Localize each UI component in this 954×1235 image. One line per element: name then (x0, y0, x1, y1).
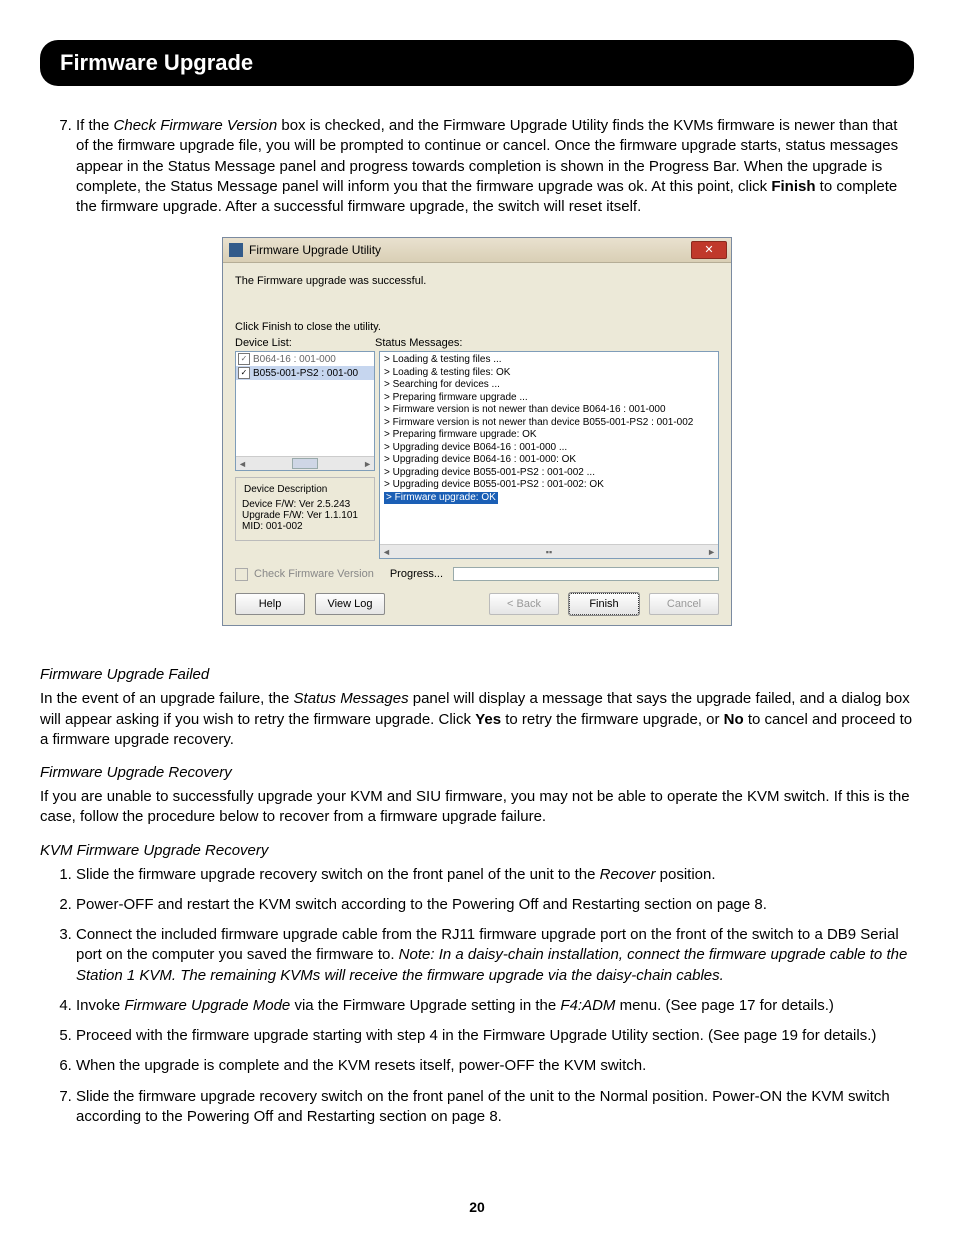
close-icon: ✕ (704, 245, 713, 256)
status-line: > Upgrading device B055-001-PS2 : 001-00… (384, 479, 714, 492)
kvm-step-7: Slide the firmware upgrade recovery swit… (76, 1087, 914, 1128)
device-item-label: B064-16 : 001-000 (253, 354, 336, 365)
status-lines: > Loading & testing files ... > Loading … (380, 352, 718, 506)
kvm-s1a: Slide the firmware upgrade recovery swit… (76, 866, 600, 883)
firmware-dialog: Firmware Upgrade Utility ✕ The Firmware … (222, 237, 732, 626)
help-button[interactable]: Help (235, 593, 305, 615)
progress-label: Progress... (390, 568, 443, 580)
failed-yes: Yes (475, 711, 501, 728)
kvm-s1b: position. (655, 866, 715, 883)
page-number: 20 (0, 1199, 954, 1215)
back-button: < Back (489, 593, 559, 615)
view-log-button[interactable]: View Log (315, 593, 385, 615)
step7-em-a: Check Firmware Version (114, 117, 278, 134)
kvm-s4c: menu. (See page 17 for details.) (615, 997, 833, 1014)
checkbox-icon[interactable]: ✓ (238, 367, 250, 379)
checkbox-icon[interactable]: ✓ (238, 353, 250, 365)
status-line: > Preparing firmware upgrade ... (384, 392, 714, 405)
dialog-titlebar: Firmware Upgrade Utility ✕ (223, 238, 731, 263)
device-item-label: B055-001-PS2 : 001-00 (253, 368, 358, 379)
instruction-line: Click Finish to close the utility. (235, 321, 719, 333)
kvm-step-2: Power-OFF and restart the KVM switch acc… (76, 895, 914, 915)
scroll-left-icon[interactable]: ◄ (238, 459, 247, 469)
failed-text-a: In the event of an upgrade failure, the (40, 690, 294, 707)
failed-heading: Firmware Upgrade Failed (40, 666, 914, 683)
scroll-left-icon[interactable]: ◄ (382, 547, 391, 557)
device-description-box: Device Description Device F/W: Ver 2.5.2… (235, 477, 375, 541)
progress-bar (453, 567, 719, 581)
status-line: > Upgrading device B064-16 : 001-000: OK (384, 454, 714, 467)
scroll-right-icon[interactable]: ► (363, 459, 372, 469)
step7-bold-a: Finish (771, 178, 815, 195)
status-messages-label: Status Messages: (375, 337, 719, 349)
status-line: > Upgrading device B055-001-PS2 : 001-00… (384, 467, 714, 480)
status-messages-box[interactable]: > Loading & testing files ... > Loading … (379, 351, 719, 559)
kvm-s4em2: F4:ADM (560, 997, 615, 1014)
failed-no: No (724, 711, 744, 728)
success-message: The Firmware upgrade was successful. (235, 275, 719, 287)
kvm-s4a: Invoke (76, 997, 124, 1014)
app-icon (229, 243, 243, 257)
device-item-0[interactable]: ✓ B064-16 : 001-000 (236, 352, 374, 366)
dialog-title: Firmware Upgrade Utility (249, 243, 381, 257)
scroll-thumb-marker: ▪▪ (546, 547, 552, 557)
kvm-steps: Slide the firmware upgrade recovery swit… (40, 865, 914, 1128)
status-line: > Firmware version is not newer than dev… (384, 417, 714, 430)
dialog-body: The Firmware upgrade was successful. Cli… (223, 263, 731, 625)
failed-paragraph: In the event of an upgrade failure, the … (40, 689, 914, 750)
recovery-paragraph: If you are unable to successfully upgrad… (40, 787, 914, 828)
kvm-s1em: Recover (600, 866, 656, 883)
step7-text-a: If the (76, 117, 114, 134)
scroll-right-icon[interactable]: ► (707, 547, 716, 557)
finish-button[interactable]: Finish (569, 593, 639, 615)
desc-line-3: MID: 001-002 (242, 521, 368, 532)
kvm-step-1: Slide the firmware upgrade recovery swit… (76, 865, 914, 885)
device-list-scrollbar[interactable]: ◄ ► (236, 456, 374, 470)
kvm-s4b: via the Firmware Upgrade setting in the (290, 997, 560, 1014)
check-firmware-checkbox (235, 568, 248, 581)
kvm-step-3: Connect the included firmware upgrade ca… (76, 925, 914, 986)
step-7: If the Check Firmware Version box is che… (76, 116, 914, 217)
status-line-highlight: > Firmware upgrade: OK (384, 492, 498, 505)
status-line: > Preparing firmware upgrade: OK (384, 429, 714, 442)
status-line: > Firmware version is not newer than dev… (384, 404, 714, 417)
close-button[interactable]: ✕ (691, 241, 727, 259)
check-firmware-label: Check Firmware Version (254, 568, 374, 580)
kvm-s4em1: Firmware Upgrade Mode (124, 997, 290, 1014)
device-item-1[interactable]: ✓ B055-001-PS2 : 001-00 (236, 366, 374, 380)
status-line: > Loading & testing files ... (384, 354, 714, 367)
recovery-heading: Firmware Upgrade Recovery (40, 764, 914, 781)
device-list[interactable]: ✓ B064-16 : 001-000 ✓ B055-001-PS2 : 001… (235, 351, 375, 471)
status-line: > Upgrading device B064-16 : 001-000 ... (384, 442, 714, 455)
status-line: > Searching for devices ... (384, 379, 714, 392)
section-header: Firmware Upgrade (40, 40, 914, 86)
device-list-label: Device List: (235, 337, 375, 349)
desc-line-1: Device F/W: Ver 2.5.243 (242, 499, 368, 510)
device-description-legend: Device Description (242, 484, 329, 495)
cancel-button: Cancel (649, 593, 719, 615)
status-scrollbar[interactable]: ◄ ▪▪ ► (380, 544, 718, 558)
status-line: > Loading & testing files: OK (384, 367, 714, 380)
scroll-thumb[interactable] (292, 458, 318, 469)
kvm-heading: KVM Firmware Upgrade Recovery (40, 842, 914, 859)
dialog-screenshot: Firmware Upgrade Utility ✕ The Firmware … (40, 237, 914, 626)
kvm-step-4: Invoke Firmware Upgrade Mode via the Fir… (76, 996, 914, 1016)
kvm-step-5: Proceed with the firmware upgrade starti… (76, 1026, 914, 1046)
desc-line-2: Upgrade F/W: Ver 1.1.101 (242, 510, 368, 521)
kvm-step-6: When the upgrade is complete and the KVM… (76, 1056, 914, 1076)
step-list: If the Check Firmware Version box is che… (40, 116, 914, 217)
failed-text-c: to retry the firmware upgrade, or (501, 711, 724, 728)
failed-em-a: Status Messages (294, 690, 409, 707)
